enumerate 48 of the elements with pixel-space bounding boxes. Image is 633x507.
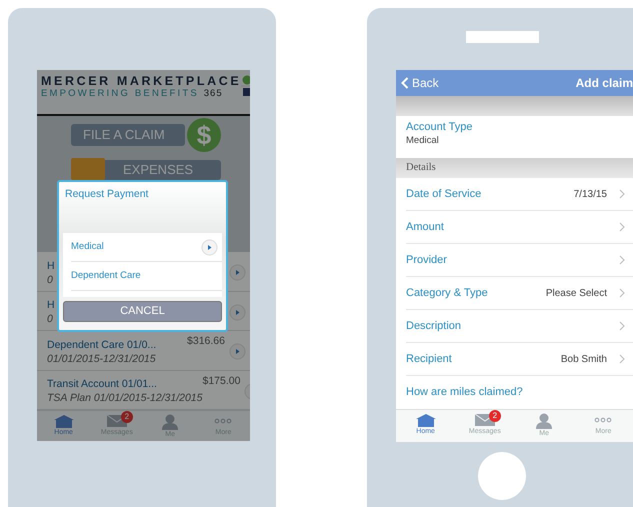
back-link[interactable]: Back [401, 74, 439, 92]
person-icon[interactable] [535, 413, 554, 429]
account-title: Transit Account 01/01... [47, 377, 157, 392]
form-row[interactable]: Category & Type Please Select [406, 277, 633, 310]
chevron-right-icon [619, 354, 625, 364]
account-dates: TSA Plan 01/01/2015-12/31/2015 [47, 391, 202, 406]
chevron-right-icon [619, 222, 625, 232]
account-dates: 0 [47, 312, 53, 326]
account-amount: $175.00 [202, 374, 240, 388]
account-title: H [47, 258, 55, 273]
dialog-option[interactable]: Dependent Care [71, 262, 222, 291]
form-row[interactable]: Date of Service 7/13/15 [406, 178, 633, 211]
dialog-title: Request Payment [64, 187, 150, 202]
tagline: EMPOWERING BENEFITS 365 [41, 88, 224, 100]
account-amount: $316.66 [187, 334, 225, 348]
account-title: Dependent Care 01/0... [47, 338, 156, 352]
screen-title: Add claim [576, 75, 633, 92]
cancel-button[interactable]: CANCEL [63, 301, 222, 322]
account-title: H [47, 298, 55, 312]
chevron-left-icon [401, 77, 409, 89]
form-row[interactable]: Recipient Bob Smith [406, 343, 633, 376]
arrow-circle-icon[interactable] [229, 304, 246, 321]
arrow-circle-icon[interactable] [229, 343, 246, 360]
form-row[interactable]: Provider [406, 244, 633, 277]
account-dates: 0 [47, 272, 53, 287]
miles-link[interactable]: How are miles claimed? [406, 376, 633, 409]
chevron-right-icon [619, 189, 625, 199]
arrow-circle-icon[interactable] [201, 238, 218, 256]
notification-badge: 2 [120, 411, 133, 423]
chevron-right-icon [619, 288, 625, 298]
form-row[interactable]: Description [406, 310, 633, 343]
expenses-button[interactable]: EXPENSES [71, 160, 221, 180]
notification-badge: 2 [488, 410, 501, 422]
home-icon[interactable] [52, 414, 75, 428]
home-icon[interactable] [414, 413, 437, 427]
form-row[interactable]: Amount [406, 211, 633, 244]
chevron-right-icon [619, 255, 625, 265]
person-icon[interactable] [161, 414, 180, 430]
file-claim-button[interactable]: FILE A CLAIM [71, 124, 185, 146]
dollar-sign: $ [187, 118, 221, 152]
field-label: Account Type [406, 121, 474, 134]
dialog-option[interactable]: Medical [71, 233, 222, 262]
account-dates: 01/01/2015-12/31/2015 [47, 352, 156, 366]
field-value: Medical [406, 134, 440, 148]
section-header: Details [396, 158, 633, 178]
arrow-circle-icon[interactable] [229, 264, 246, 282]
chevron-right-icon [619, 321, 625, 331]
brand-name: MERCER MARKETPLACE [41, 74, 242, 88]
